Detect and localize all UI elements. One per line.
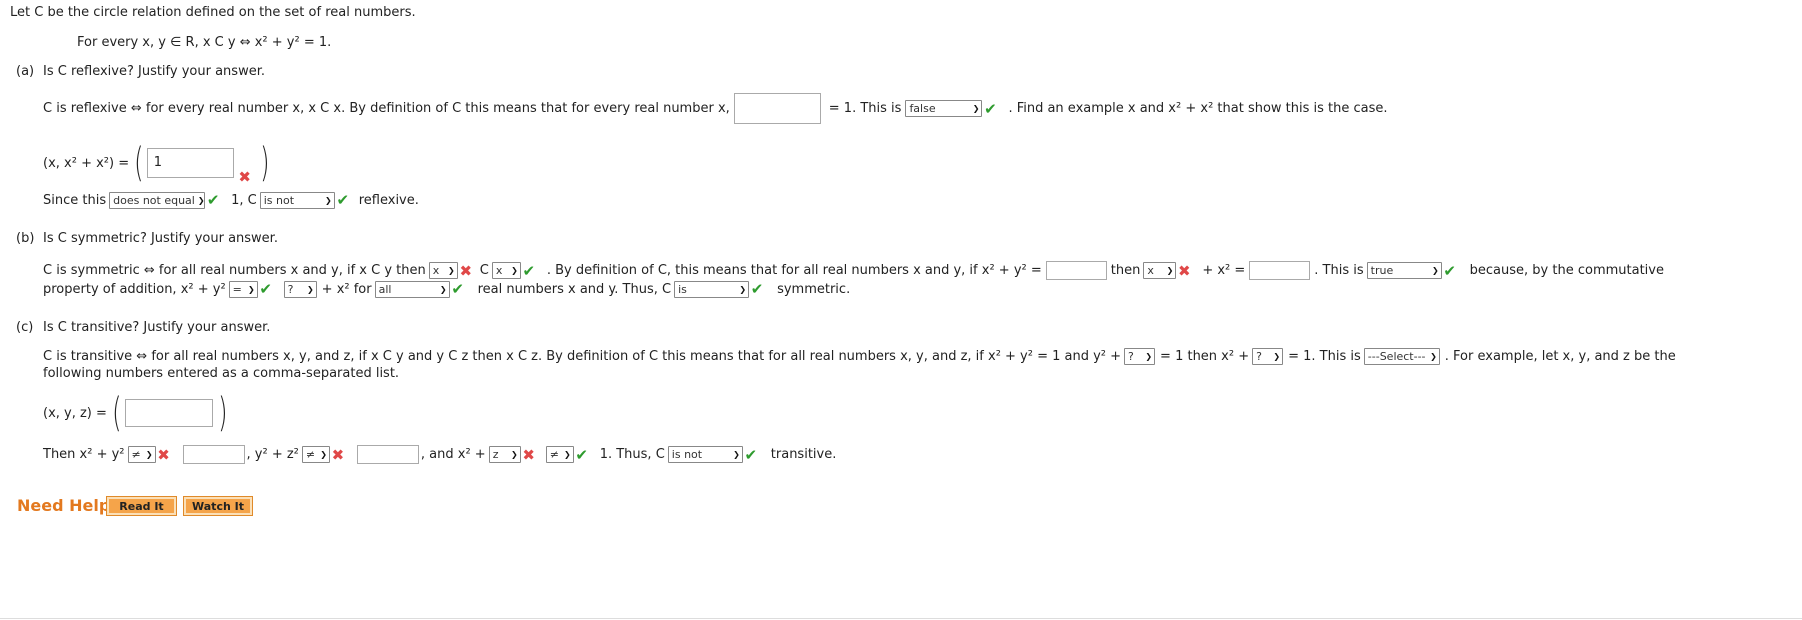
relation-definition: For every x, y ∈ R, x C y ⇔ x² + y² = 1. <box>77 35 332 50</box>
answer-input-c1[interactable] <box>182 445 245 464</box>
select-b-all[interactable]: all ❯ <box>374 280 450 298</box>
bottom-divider <box>0 618 1802 619</box>
part-a-heading: (a) Is C reflexive? Justify your answer. <box>16 64 265 79</box>
answer-input-b2[interactable] <box>1249 261 1311 280</box>
part-c-line2: following numbers entered as a comma-sep… <box>43 366 400 381</box>
answer-input-a1[interactable] <box>733 93 821 124</box>
check-icon: ✔ <box>336 191 350 209</box>
answer-input-b1[interactable] <box>1045 261 1107 280</box>
tuple-input-a[interactable]: 1 <box>146 148 234 178</box>
select-c-isnot[interactable]: is not ❯ <box>667 446 743 463</box>
check-icon: ✔ <box>259 280 272 298</box>
x-mark-icon: ✖ <box>238 168 251 186</box>
select-b-x3[interactable]: x ❯ <box>1143 262 1177 279</box>
select-c-z[interactable]: z ❯ <box>488 446 521 463</box>
select-c-ne1[interactable]: ≠ ❯ <box>127 446 156 463</box>
part-a-conclusion: Since this does not equal ❯ ✔ 1, C is not… <box>43 191 419 209</box>
select-b-true[interactable]: true ❯ <box>1366 262 1442 279</box>
select-c-ne2[interactable]: ≠ ❯ <box>301 446 330 463</box>
select-c-ne3[interactable]: ≠ ❯ <box>545 446 574 463</box>
part-c-tuple: (x, y, z) = ( ) <box>43 390 228 436</box>
check-icon: ✔ <box>1443 261 1456 280</box>
part-a-tuple: (x, x² + x²) = ( 1 ✖ ) <box>43 140 270 186</box>
part-c-line1: C is transitive ⇔ for all real numbers x… <box>43 348 1676 365</box>
select-b-x1[interactable]: x ❯ <box>428 262 458 279</box>
select-a2-equal[interactable]: does not equal ❯ <box>109 191 206 209</box>
read-it-button[interactable]: Read It <box>106 496 177 516</box>
x-mark-icon: ✖ <box>1178 261 1191 280</box>
select-c-truth[interactable]: ---Select--- ❯ <box>1363 348 1440 365</box>
check-icon: ✔ <box>451 280 464 298</box>
answer-input-c2[interactable] <box>356 445 419 464</box>
check-icon: ✔ <box>750 280 764 298</box>
part-a-line1: C is reflexive ⇔ for every real number x… <box>43 93 1388 124</box>
select-a1-truth[interactable]: false ❯ <box>905 100 983 117</box>
part-c-heading: (c) Is C transitive? Justify your answer. <box>16 320 271 335</box>
part-b-line2: property of addition, x² + y² = ❯ ✔ ? ❯ + … <box>43 280 851 298</box>
select-b-x2[interactable]: x ❯ <box>491 262 521 279</box>
select-c-q2[interactable]: ? ❯ <box>1252 348 1284 365</box>
check-icon: ✔ <box>522 261 536 280</box>
part-b-heading: (b) Is C symmetric? Justify your answer. <box>16 231 278 246</box>
intro-text: Let C be the circle relation defined on … <box>10 5 416 20</box>
tuple-input-c[interactable] <box>124 399 213 427</box>
part-c-conclusion: Then x² + y² ≠ ❯ ✖ , y² + z² ≠ ❯ ✖ , and x… <box>43 445 837 464</box>
watch-it-button[interactable]: Watch It <box>183 496 253 516</box>
part-b-line1: C is symmetric ⇔ for all real numbers x … <box>43 261 1664 280</box>
select-b-eq[interactable]: = ❯ <box>228 280 258 298</box>
check-icon: ✔ <box>206 191 220 209</box>
x-mark-icon: ✖ <box>157 445 170 464</box>
select-b-is[interactable]: is ❯ <box>674 280 750 298</box>
select-b-q[interactable]: ? ❯ <box>283 280 317 298</box>
check-icon: ✔ <box>744 445 758 464</box>
x-mark-icon: ✖ <box>331 445 345 464</box>
x-mark-icon: ✖ <box>459 261 473 280</box>
check-icon: ✔ <box>984 99 997 118</box>
need-help-label: Need Help? <box>17 496 120 515</box>
select-c-q1[interactable]: ? ❯ <box>1124 348 1156 365</box>
select-a3-isnot[interactable]: is not ❯ <box>259 191 335 209</box>
x-mark-icon: ✖ <box>522 445 535 464</box>
check-icon: ✔ <box>575 445 588 464</box>
